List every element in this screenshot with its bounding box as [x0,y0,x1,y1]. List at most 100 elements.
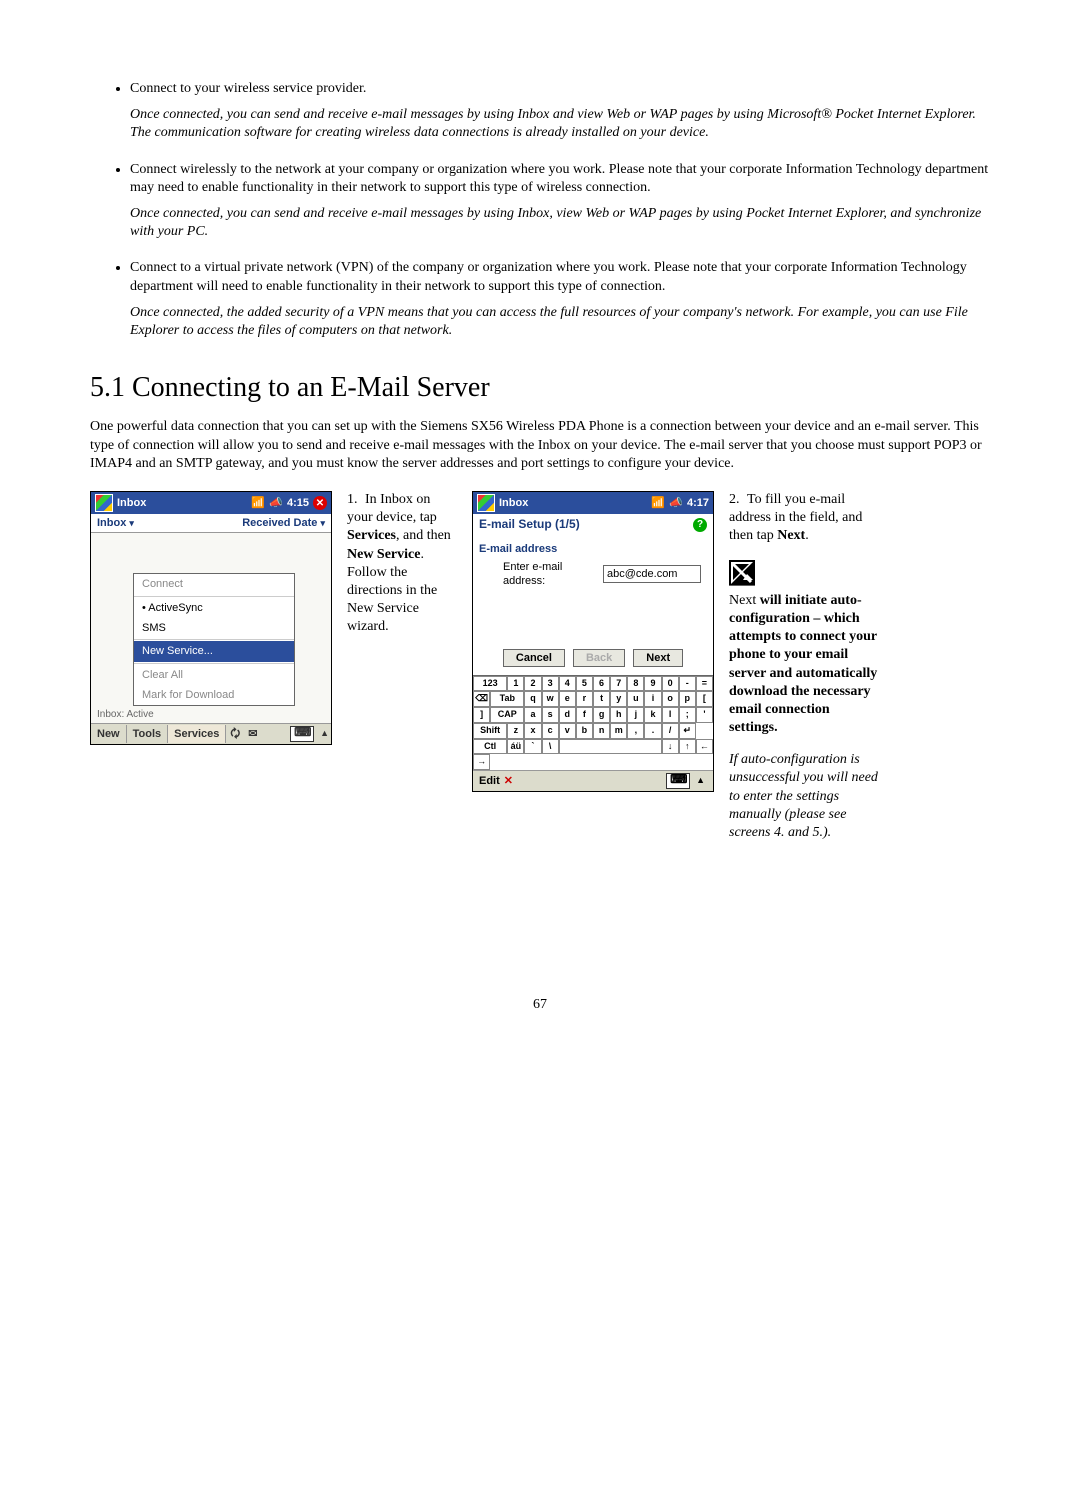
edit-bar: Edit ✕ ▲ [473,770,713,791]
keyboard-key[interactable]: z [507,723,524,739]
keyboard-icon[interactable] [290,726,314,742]
keyboard-key[interactable]: = [696,676,713,692]
volume-icon[interactable]: 📣 [669,496,683,510]
keyboard-key[interactable]: x [524,723,541,739]
bullet-item: Connect wirelessly to the network at you… [130,161,990,242]
next-button[interactable]: Next [633,649,683,667]
keyboard-key[interactable]: [ [696,691,713,707]
keyboard-key[interactable]: 1 [507,676,524,692]
keyboard-key[interactable]: h [610,707,627,723]
keyboard-key[interactable]: Ctl [473,739,507,755]
up-arrow-icon[interactable]: ▲ [694,775,707,787]
keyboard-icon[interactable] [666,773,690,789]
keyboard-key[interactable]: 4 [559,676,576,692]
keyboard-key[interactable]: Shift [473,723,507,739]
keyboard-key[interactable]: d [559,707,576,723]
volume-icon[interactable]: 📣 [269,496,283,510]
cancel-button[interactable]: Cancel [503,649,565,667]
pda-screenshot-inbox: Inbox 📶 📣 4:15 ✕ Inbox ▾ Received Date ▾… [90,491,332,745]
menu-new-service[interactable]: New Service... [134,641,294,661]
keyboard-key[interactable]: r [576,691,593,707]
keyboard-key[interactable]: j [627,707,644,723]
keyboard-key[interactable]: . [644,723,661,739]
menu-clear-all[interactable]: Clear All [134,665,294,685]
keyboard-key[interactable]: , [627,723,644,739]
keyboard-key[interactable]: n [593,723,610,739]
keyboard-key[interactable]: 3 [542,676,559,692]
keyboard-key[interactable] [559,739,662,755]
keyboard-key[interactable]: 0 [662,676,679,692]
keyboard-key[interactable]: s [542,707,559,723]
keyboard-key[interactable]: w [542,691,559,707]
start-flag-icon[interactable] [95,494,113,512]
keyboard-key[interactable]: k [644,707,661,723]
menu-mark-download[interactable]: Mark for Download [134,685,294,705]
keyboard-key[interactable]: ↵ [679,723,696,739]
keyboard-key[interactable]: g [593,707,610,723]
up-arrow-icon[interactable]: ▲ [318,728,331,740]
keyboard-key[interactable]: e [559,691,576,707]
cancel-x-icon[interactable]: ✕ [504,774,513,788]
keyboard-key[interactable]: ⌫ [473,691,490,707]
keyboard-key[interactable]: ↓ [662,739,679,755]
folder-dropdown[interactable]: Inbox ▾ [97,516,134,530]
keyboard-key[interactable]: 7 [610,676,627,692]
email-input[interactable]: abc@cde.com [603,565,701,583]
keyboard-key[interactable]: l [662,707,679,723]
keyboard-key[interactable]: ] [473,707,490,723]
keyboard-key[interactable]: ; [679,707,696,723]
keyboard-key[interactable]: 123 [473,676,507,692]
keyboard-key[interactable]: t [593,691,610,707]
menu-activesync[interactable]: • ActiveSync [134,598,294,618]
signal-icon[interactable]: 📶 [251,496,265,510]
envelope-icon[interactable]: ✉ [244,727,261,741]
keyboard-key[interactable]: 9 [644,676,661,692]
keyboard-key[interactable]: \ [542,739,559,755]
tab-services[interactable]: Services [168,725,226,743]
bullet-item: Connect to a virtual private network (VP… [130,259,990,340]
keyboard-key[interactable]: Tab [490,691,524,707]
keyboard-key[interactable]: i [644,691,661,707]
keyboard-key[interactable]: ↑ [679,739,696,755]
keyboard-key[interactable]: → [473,754,490,770]
back-button[interactable]: Back [573,649,625,667]
sync-icon[interactable]: 🗘 [226,727,244,741]
menu-connect[interactable]: Connect [134,574,294,594]
keyboard-key[interactable]: y [610,691,627,707]
keyboard-key[interactable]: a [524,707,541,723]
keyboard-key[interactable]: u [627,691,644,707]
keyboard-key[interactable]: 2 [524,676,541,692]
sort-dropdown[interactable]: Received Date ▾ [242,516,325,530]
keyboard-key[interactable]: o [662,691,679,707]
keyboard-key[interactable]: p [679,691,696,707]
close-icon[interactable]: ✕ [313,496,327,510]
signal-icon[interactable]: 📶 [651,496,665,510]
bullet-main: Connect to a virtual private network (VP… [130,260,967,293]
keyboard-key[interactable]: 6 [593,676,610,692]
keyboard-key[interactable]: 8 [627,676,644,692]
step-2-text: 2.To fill you e-mail address in the fiel… [729,491,879,856]
keyboard-key[interactable]: 5 [576,676,593,692]
keyboard-key[interactable]: m [610,723,627,739]
keyboard-key[interactable]: b [576,723,593,739]
start-flag-icon[interactable] [477,494,495,512]
keyboard-key[interactable]: ← [696,739,713,755]
tab-tools[interactable]: Tools [127,725,169,743]
edit-label[interactable]: Edit [479,774,500,788]
keyboard-key[interactable]: ` [524,739,541,755]
keyboard-key[interactable]: / [662,723,679,739]
inbox-subheader: Inbox ▾ Received Date ▾ [91,514,331,533]
keyboard-key[interactable]: áü [507,739,524,755]
menu-sms[interactable]: SMS [134,618,294,638]
keyboard-key[interactable]: c [542,723,559,739]
onscreen-keyboard[interactable]: 1231234567890-=⌫Tabqwertyuiop[]CAPasdfgh… [473,675,713,770]
tab-new[interactable]: New [91,725,127,743]
keyboard-key[interactable]: CAP [490,707,524,723]
keyboard-key[interactable]: - [679,676,696,692]
bullet-main: Connect to your wireless service provide… [130,81,366,96]
keyboard-key[interactable]: v [559,723,576,739]
keyboard-key[interactable]: q [524,691,541,707]
help-icon[interactable]: ? [693,518,707,532]
keyboard-key[interactable]: ' [696,707,713,723]
keyboard-key[interactable]: f [576,707,593,723]
